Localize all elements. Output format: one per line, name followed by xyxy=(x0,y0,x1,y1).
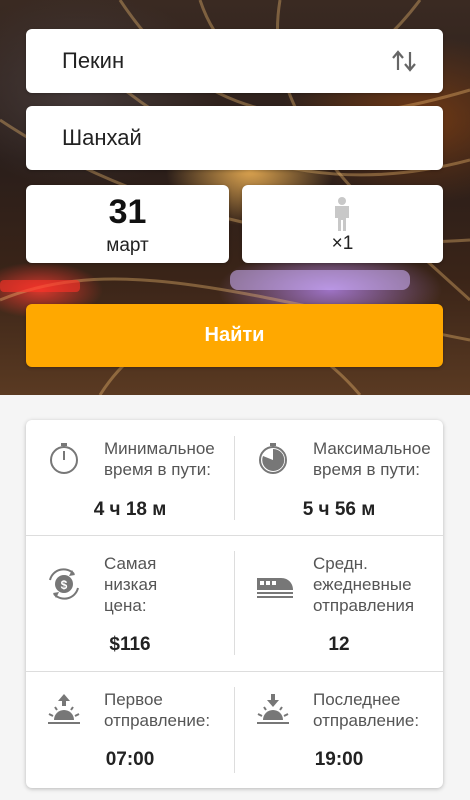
passenger-count: ×1 xyxy=(331,233,354,254)
last-departure-value: 19:00 xyxy=(314,749,364,770)
date-month: март xyxy=(106,235,149,256)
passenger-selector[interactable]: ×1 xyxy=(242,185,443,263)
first-departure-cell: Первое отправление: 07:00 xyxy=(26,672,234,788)
from-city-field[interactable]: Пекин xyxy=(26,29,443,93)
first-departure-value: 07:00 xyxy=(105,749,155,770)
first-departure-label-2: отправление: xyxy=(104,711,211,730)
max-time-value: 5 ч 56 м xyxy=(302,499,376,520)
lowest-price-label-3: цена: xyxy=(104,596,147,615)
min-time-label-1: Минимальное xyxy=(104,439,215,458)
stopwatch-icon xyxy=(50,443,78,474)
search-button[interactable]: Найти xyxy=(26,304,443,367)
person-icon xyxy=(335,197,349,231)
min-time-value: 4 ч 18 м xyxy=(93,499,167,520)
stopwatch-filled-icon xyxy=(259,443,287,474)
date-day: 31 xyxy=(108,193,147,231)
min-time-label-2: время в пути: xyxy=(104,460,212,479)
lowest-price-label-2: низкая xyxy=(104,575,158,594)
date-picker[interactable]: 31 март xyxy=(26,185,229,263)
dollar-cycle-icon: $ xyxy=(49,568,79,600)
svg-text:$: $ xyxy=(61,578,68,592)
max-travel-time-cell: Максимальное время в пути: 5 ч 56 м xyxy=(235,420,443,535)
lowest-price-label-1: Самая xyxy=(104,554,157,573)
min-travel-time-cell: Минимальное время в пути: 4 ч 18 м xyxy=(26,420,234,535)
last-departure-label-2: отправление: xyxy=(313,711,420,730)
train-icon xyxy=(257,578,293,598)
from-city-text: Пекин xyxy=(62,48,125,73)
first-departure-label-1: Первое xyxy=(104,690,163,709)
lowest-price-cell: $ Самая низкая цена: $116 xyxy=(26,536,234,671)
daily-departures-value: 12 xyxy=(328,634,350,655)
daily-departures-label-1: Средн. xyxy=(313,554,368,573)
lowest-price-value: $116 xyxy=(109,634,151,655)
daily-departures-cell: Средн. ежедневные отправления 12 xyxy=(235,536,443,671)
sunset-icon xyxy=(257,694,289,724)
route-stats-card: Минимальное время в пути: 4 ч 18 м Макси… xyxy=(26,420,443,788)
swap-icon[interactable] xyxy=(391,49,417,73)
daily-departures-label-2: ежедневные xyxy=(313,575,412,594)
max-time-label-2: время в пути: xyxy=(313,460,421,479)
daily-departures-label-3: отправления xyxy=(313,596,415,615)
to-city-field[interactable]: Шанхай xyxy=(26,106,443,170)
max-time-label-1: Максимальное xyxy=(313,439,431,458)
sunrise-icon xyxy=(48,694,80,724)
last-departure-cell: Последнее отправление: 19:00 xyxy=(235,672,443,788)
last-departure-label-1: Последнее xyxy=(313,690,401,709)
to-city-text: Шанхай xyxy=(62,125,142,150)
